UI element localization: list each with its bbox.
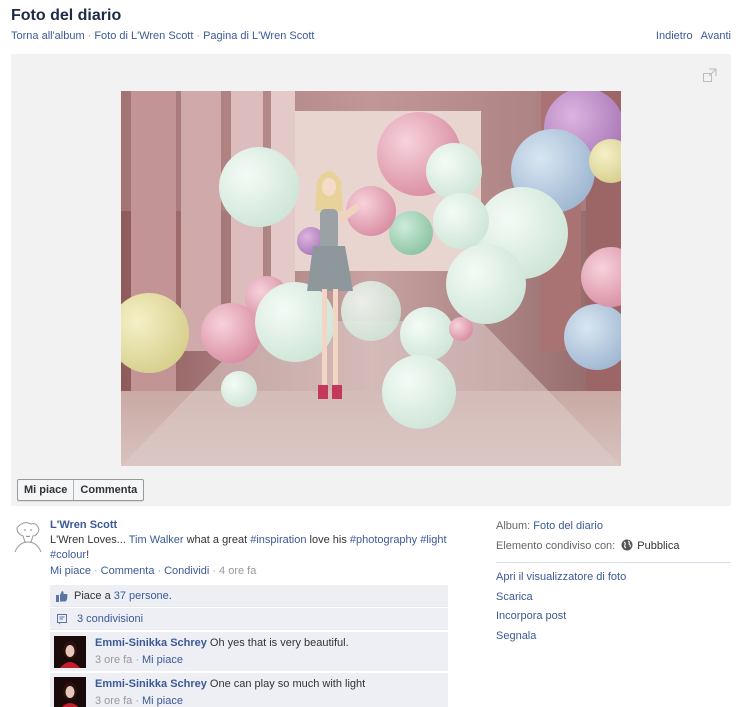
author-photos-link[interactable]: Foto di L'Wren Scott (94, 30, 193, 42)
comment-item: Emmi-Sinikka Schrey Oh yes that is very b… (50, 632, 448, 671)
commenter-avatar[interactable] (54, 677, 86, 707)
page-title: Foto del diario (11, 7, 122, 24)
hashtag-link[interactable]: #photography (350, 534, 417, 546)
feedback-box: Piace a 37 persone. 3 condivisioni Emmi-… (50, 585, 448, 707)
album-row: Album: Foto del diario (496, 520, 603, 532)
comment-like-link[interactable]: Mi piace (142, 695, 183, 707)
likers-link[interactable]: 37 persone (114, 590, 169, 602)
post-like-link[interactable]: Mi piace (50, 565, 91, 577)
comment-text: One can play so much with light (209, 678, 366, 690)
download-link[interactable]: Scarica (496, 591, 533, 603)
hashtag-link[interactable]: #inspiration (250, 534, 306, 546)
tagged-person-link[interactable]: Tim Walker (129, 534, 184, 546)
back-to-album-link[interactable]: Torna all'album (11, 30, 85, 42)
open-viewer-link[interactable]: Apri il visualizzatore di foto (496, 571, 626, 583)
next-link[interactable]: Avanti (701, 30, 731, 42)
breadcrumb-separator: · (87, 30, 92, 42)
commenter-name[interactable]: Emmi-Sinikka Schrey (95, 637, 207, 649)
post-share-link[interactable]: Condividi (164, 565, 209, 577)
main-photo[interactable] (121, 91, 621, 466)
thumbs-up-icon (56, 590, 68, 602)
commenter-avatar[interactable] (54, 636, 86, 668)
previous-link[interactable]: Indietro (656, 30, 693, 42)
commenter-name[interactable]: Emmi-Sinikka Schrey (95, 678, 207, 690)
album-link[interactable]: Foto del diario (533, 520, 603, 532)
share-icon (57, 613, 67, 624)
author-avatar[interactable] (11, 518, 45, 552)
comment-like-link[interactable]: Mi piace (142, 654, 183, 666)
privacy-value: Pubblica (637, 540, 680, 552)
comment-text: Oh yes that is very beautiful. (209, 637, 349, 649)
photo-actions: Mi piace Commenta (17, 479, 145, 501)
likes-row: Piace a 37 persone. (50, 585, 448, 607)
comment-timestamp: 3 ore fa (95, 695, 133, 707)
shares-row: 3 condivisioni (50, 608, 448, 630)
comment-item: Emmi-Sinikka Schrey One can play so much … (50, 673, 448, 707)
comment-button[interactable]: Commenta (73, 480, 143, 500)
privacy-row: Elemento condiviso con: Pubblica (496, 539, 680, 552)
author-page-link[interactable]: Pagina di L'Wren Scott (203, 30, 314, 42)
photo-sidebar: Album: Foto del diario Elemento condiviso… (496, 520, 731, 649)
embed-post-link[interactable]: Incorpora post (496, 610, 566, 622)
post-timestamp: 4 ore fa (219, 565, 257, 577)
photo-navigation: Indietro Avanti (656, 30, 731, 42)
expand-icon[interactable] (703, 68, 717, 82)
post-meta: Mi piace · Commenta · Condividi · 4 ore fa (50, 565, 257, 577)
post-comment-link[interactable]: Commenta (101, 565, 155, 577)
sidebar-divider (496, 562, 731, 563)
like-button[interactable]: Mi piace (18, 480, 73, 500)
hashtag-link[interactable]: #light (420, 534, 446, 546)
report-link[interactable]: Segnala (496, 630, 536, 642)
post-caption: L'Wren Loves... Tim Walker what a great … (50, 534, 447, 561)
shares-link[interactable]: 3 condivisioni (77, 613, 143, 625)
post-author[interactable]: L'Wren Scott (50, 519, 117, 531)
breadcrumb: Torna all'album · Foto di L'Wren Scott · Pag… (11, 30, 314, 42)
photo-stage: Mi piace Commenta (11, 54, 731, 506)
comment-timestamp: 3 ore fa (95, 654, 133, 666)
breadcrumb-separator: · (196, 30, 201, 42)
hashtag-link[interactable]: #colour (50, 549, 86, 561)
globe-icon (621, 539, 633, 551)
